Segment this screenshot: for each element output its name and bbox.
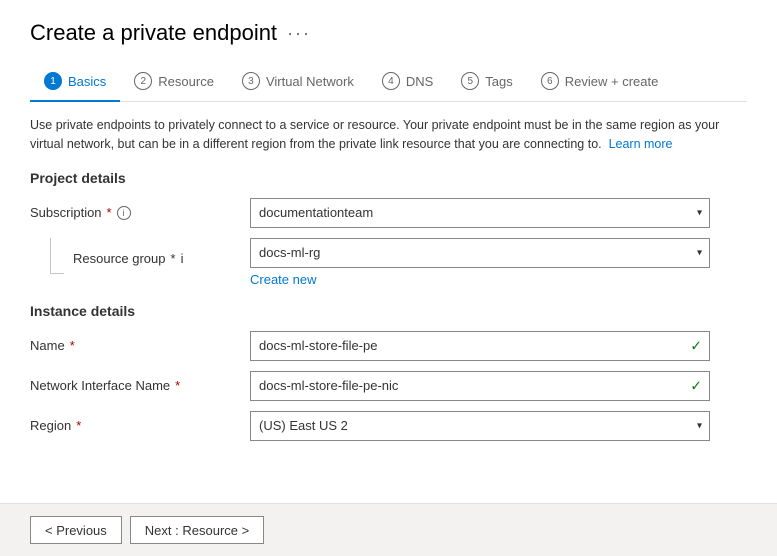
tab-basics[interactable]: 1 Basics <box>30 64 120 102</box>
name-label: Name * <box>30 338 250 353</box>
project-details-title: Project details <box>30 170 747 186</box>
region-select[interactable]: (US) East US 2 <box>250 411 710 441</box>
nic-name-input-wrapper: ✓ <box>250 371 710 401</box>
nic-name-row: Network Interface Name * ✓ <box>30 371 747 401</box>
tab-tags-label: Tags <box>485 74 512 89</box>
page-title: Create a private endpoint <box>30 20 277 46</box>
tab-dns[interactable]: 4 DNS <box>368 64 447 102</box>
tab-resource-step: 2 <box>134 72 152 90</box>
tab-review-label: Review + create <box>565 74 659 89</box>
nic-name-label: Network Interface Name * <box>30 378 250 393</box>
resource-group-dropdown-wrapper: docs-ml-rg ▾ <box>250 238 710 268</box>
resource-group-control: docs-ml-rg ▾ Create new <box>250 238 710 287</box>
info-text: Use private endpoints to privately conne… <box>30 116 747 154</box>
tab-review-create[interactable]: 6 Review + create <box>527 64 673 102</box>
project-details-section: Project details Subscription * i documen… <box>30 170 747 287</box>
main-content: Create a private endpoint ··· 1 Basics 2… <box>0 0 777 503</box>
tab-dns-label: DNS <box>406 74 433 89</box>
subscription-row: Subscription * i documentationteam ▾ <box>30 198 747 228</box>
tab-basics-step: 1 <box>44 72 62 90</box>
wizard-tabs: 1 Basics 2 Resource 3 Virtual Network 4 … <box>30 64 747 102</box>
subscription-select[interactable]: documentationteam <box>250 198 710 228</box>
resource-group-label-wrapper: Resource group * i <box>50 238 250 274</box>
subscription-label: Subscription * i <box>30 205 250 220</box>
footer: < Previous Next : Resource > <box>0 503 777 556</box>
name-row: Name * ✓ <box>30 331 747 361</box>
tab-tags-step: 5 <box>461 72 479 90</box>
subscription-control: documentationteam ▾ <box>250 198 710 228</box>
region-label: Region * <box>30 418 250 433</box>
nic-name-control: ✓ <box>250 371 710 401</box>
instance-details-section: Instance details Name * ✓ Network Interf… <box>30 303 747 441</box>
tab-virtual-network-step: 3 <box>242 72 260 90</box>
region-control: (US) East US 2 ▾ <box>250 411 710 441</box>
resource-group-label: Resource group <box>73 251 166 266</box>
region-dropdown-wrapper: (US) East US 2 ▾ <box>250 411 710 441</box>
name-check-icon: ✓ <box>690 337 702 354</box>
page-title-row: Create a private endpoint ··· <box>30 20 747 46</box>
subscription-dropdown-wrapper: documentationteam ▾ <box>250 198 710 228</box>
instance-details-title: Instance details <box>30 303 747 319</box>
resource-group-select[interactable]: docs-ml-rg <box>250 238 710 268</box>
learn-more-link[interactable]: Learn more <box>609 137 673 151</box>
region-row: Region * (US) East US 2 ▾ <box>30 411 747 441</box>
prev-button[interactable]: < Previous <box>30 516 122 544</box>
name-required: * <box>70 338 75 353</box>
tab-virtual-network-label: Virtual Network <box>266 74 354 89</box>
connector-line <box>50 238 64 274</box>
page-title-ellipsis: ··· <box>287 23 311 44</box>
resource-group-row: Resource group * i docs-ml-rg ▾ Create n… <box>50 238 747 287</box>
tab-tags[interactable]: 5 Tags <box>447 64 526 102</box>
tab-review-step: 6 <box>541 72 559 90</box>
name-control: ✓ <box>250 331 710 361</box>
resource-group-required: * <box>171 251 176 266</box>
region-required: * <box>76 418 81 433</box>
nic-name-input[interactable] <box>250 371 710 401</box>
nic-name-check-icon: ✓ <box>690 377 702 394</box>
name-input-wrapper: ✓ <box>250 331 710 361</box>
page-container: Create a private endpoint ··· 1 Basics 2… <box>0 0 777 556</box>
subscription-required: * <box>107 205 112 220</box>
subscription-info-icon[interactable]: i <box>117 206 131 220</box>
tab-virtual-network[interactable]: 3 Virtual Network <box>228 64 368 102</box>
tab-resource[interactable]: 2 Resource <box>120 64 228 102</box>
create-new-link[interactable]: Create new <box>250 272 710 287</box>
tab-dns-step: 4 <box>382 72 400 90</box>
tab-basics-label: Basics <box>68 74 106 89</box>
name-input[interactable] <box>250 331 710 361</box>
next-button[interactable]: Next : Resource > <box>130 516 264 544</box>
nic-name-required: * <box>175 378 180 393</box>
tab-resource-label: Resource <box>158 74 214 89</box>
resource-group-info-icon[interactable]: i <box>181 251 184 266</box>
